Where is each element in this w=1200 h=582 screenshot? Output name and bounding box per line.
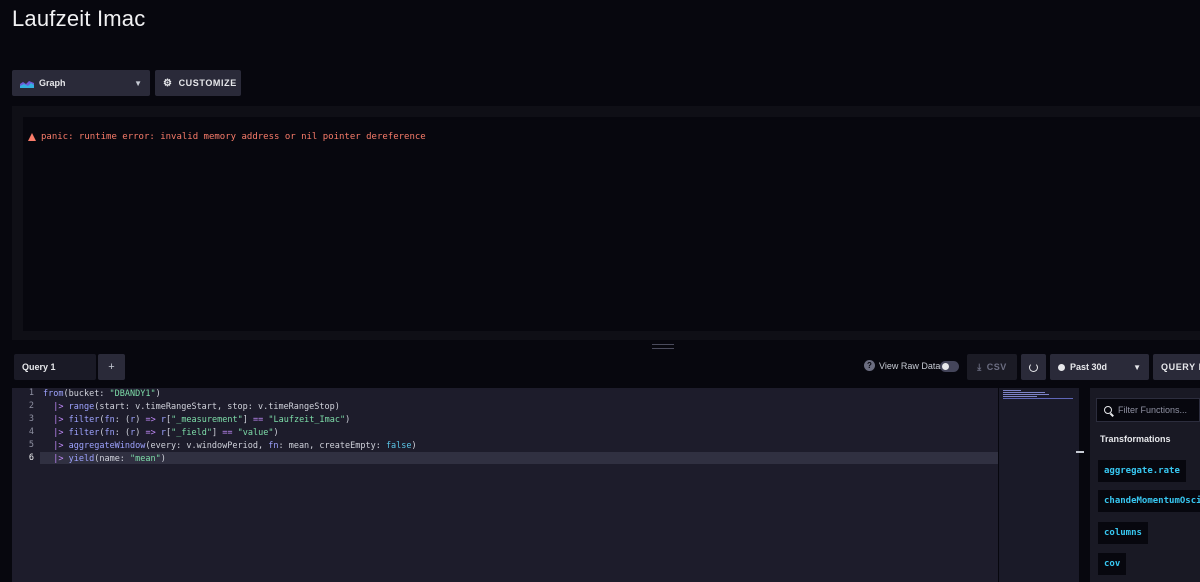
page-title: Laufzeit Imac [12,6,146,31]
download-icon: ⤓ [977,361,982,372]
function-category-label: Transformations [1100,434,1171,444]
function-item[interactable]: columns [1098,522,1148,544]
graph-icon [20,80,34,88]
warning-icon [28,133,36,141]
function-search-input[interactable]: Filter Functions... [1096,398,1200,422]
csv-label: CSV [986,362,1007,372]
refresh-icon [1029,362,1038,372]
resize-handle[interactable] [652,344,674,349]
query-builder-button[interactable]: QUERY BUILDER [1153,354,1200,380]
toggle-knob [942,363,949,370]
code-line[interactable]: |> range(start: v.timeRangeStart, stop: … [43,402,340,412]
scrollbar-marker [1076,451,1084,453]
query-builder-label: QUERY BUILDER [1161,362,1200,372]
minimap-line [1003,390,1021,391]
time-range-label: Past 30d [1070,362,1108,372]
info-icon: ? [864,360,875,371]
graph-area [23,117,1200,331]
gear-icon: ⚙ [163,77,173,89]
line-number: 5 [28,440,34,450]
error-message: panic: runtime error: invalid memory add… [28,132,426,142]
editor-minimap[interactable] [999,388,1079,582]
search-icon [1104,406,1112,414]
query-tab-label: Query 1 [22,362,56,372]
code-line[interactable]: |> aggregateWindow(every: v.windowPeriod… [43,441,416,451]
refresh-button[interactable] [1021,354,1046,380]
function-item[interactable]: cov [1098,553,1127,575]
minimap-line [1003,392,1045,393]
code-line[interactable]: |> filter(fn: (r) => r["_field"] == "val… [43,428,278,438]
function-item[interactable]: chandeMomentumOscillator [1098,490,1200,512]
function-item[interactable]: aggregate.rate [1098,460,1186,482]
time-range-dropdown[interactable]: Past 30d ▼ [1050,354,1149,380]
visualization-type-label: Graph [39,78,66,88]
line-number: 2 [28,401,34,411]
add-query-label: + [108,361,115,373]
minimap-line [1003,396,1037,397]
customize-button[interactable]: ⚙ CUSTOMIZE [155,70,241,96]
line-number: 4 [28,427,34,437]
current-line-highlight [40,452,998,464]
code-line[interactable]: from(bucket: "DBANDY1") [43,389,161,399]
tab-query-1[interactable]: Query 1 [14,354,96,380]
line-number-active: 6 [28,453,34,463]
code-line[interactable]: |> yield(name: "mean") [43,454,166,464]
minimap-line [1003,398,1073,399]
clock-icon [1058,363,1065,371]
line-number: 3 [28,414,34,424]
view-raw-data: ? View Raw Data [864,360,940,371]
view-raw-data-toggle[interactable] [940,361,959,372]
error-text: panic: runtime error: invalid memory add… [41,132,426,142]
minimap-line [1003,394,1049,395]
csv-download-button[interactable]: ⤓ CSV [967,354,1017,380]
customize-label: CUSTOMIZE [178,78,237,88]
view-raw-data-label: View Raw Data [879,360,941,371]
add-query-button[interactable]: + [98,354,125,380]
function-search-placeholder: Filter Functions... [1118,405,1188,415]
chevron-down-icon: ▼ [134,78,142,88]
visualization-type-dropdown[interactable]: Graph ▼ [12,70,150,96]
code-line[interactable]: |> filter(fn: (r) => r["_measurement"] =… [43,415,350,425]
chevron-down-icon: ▼ [1133,362,1141,372]
line-number: 1 [28,388,34,398]
